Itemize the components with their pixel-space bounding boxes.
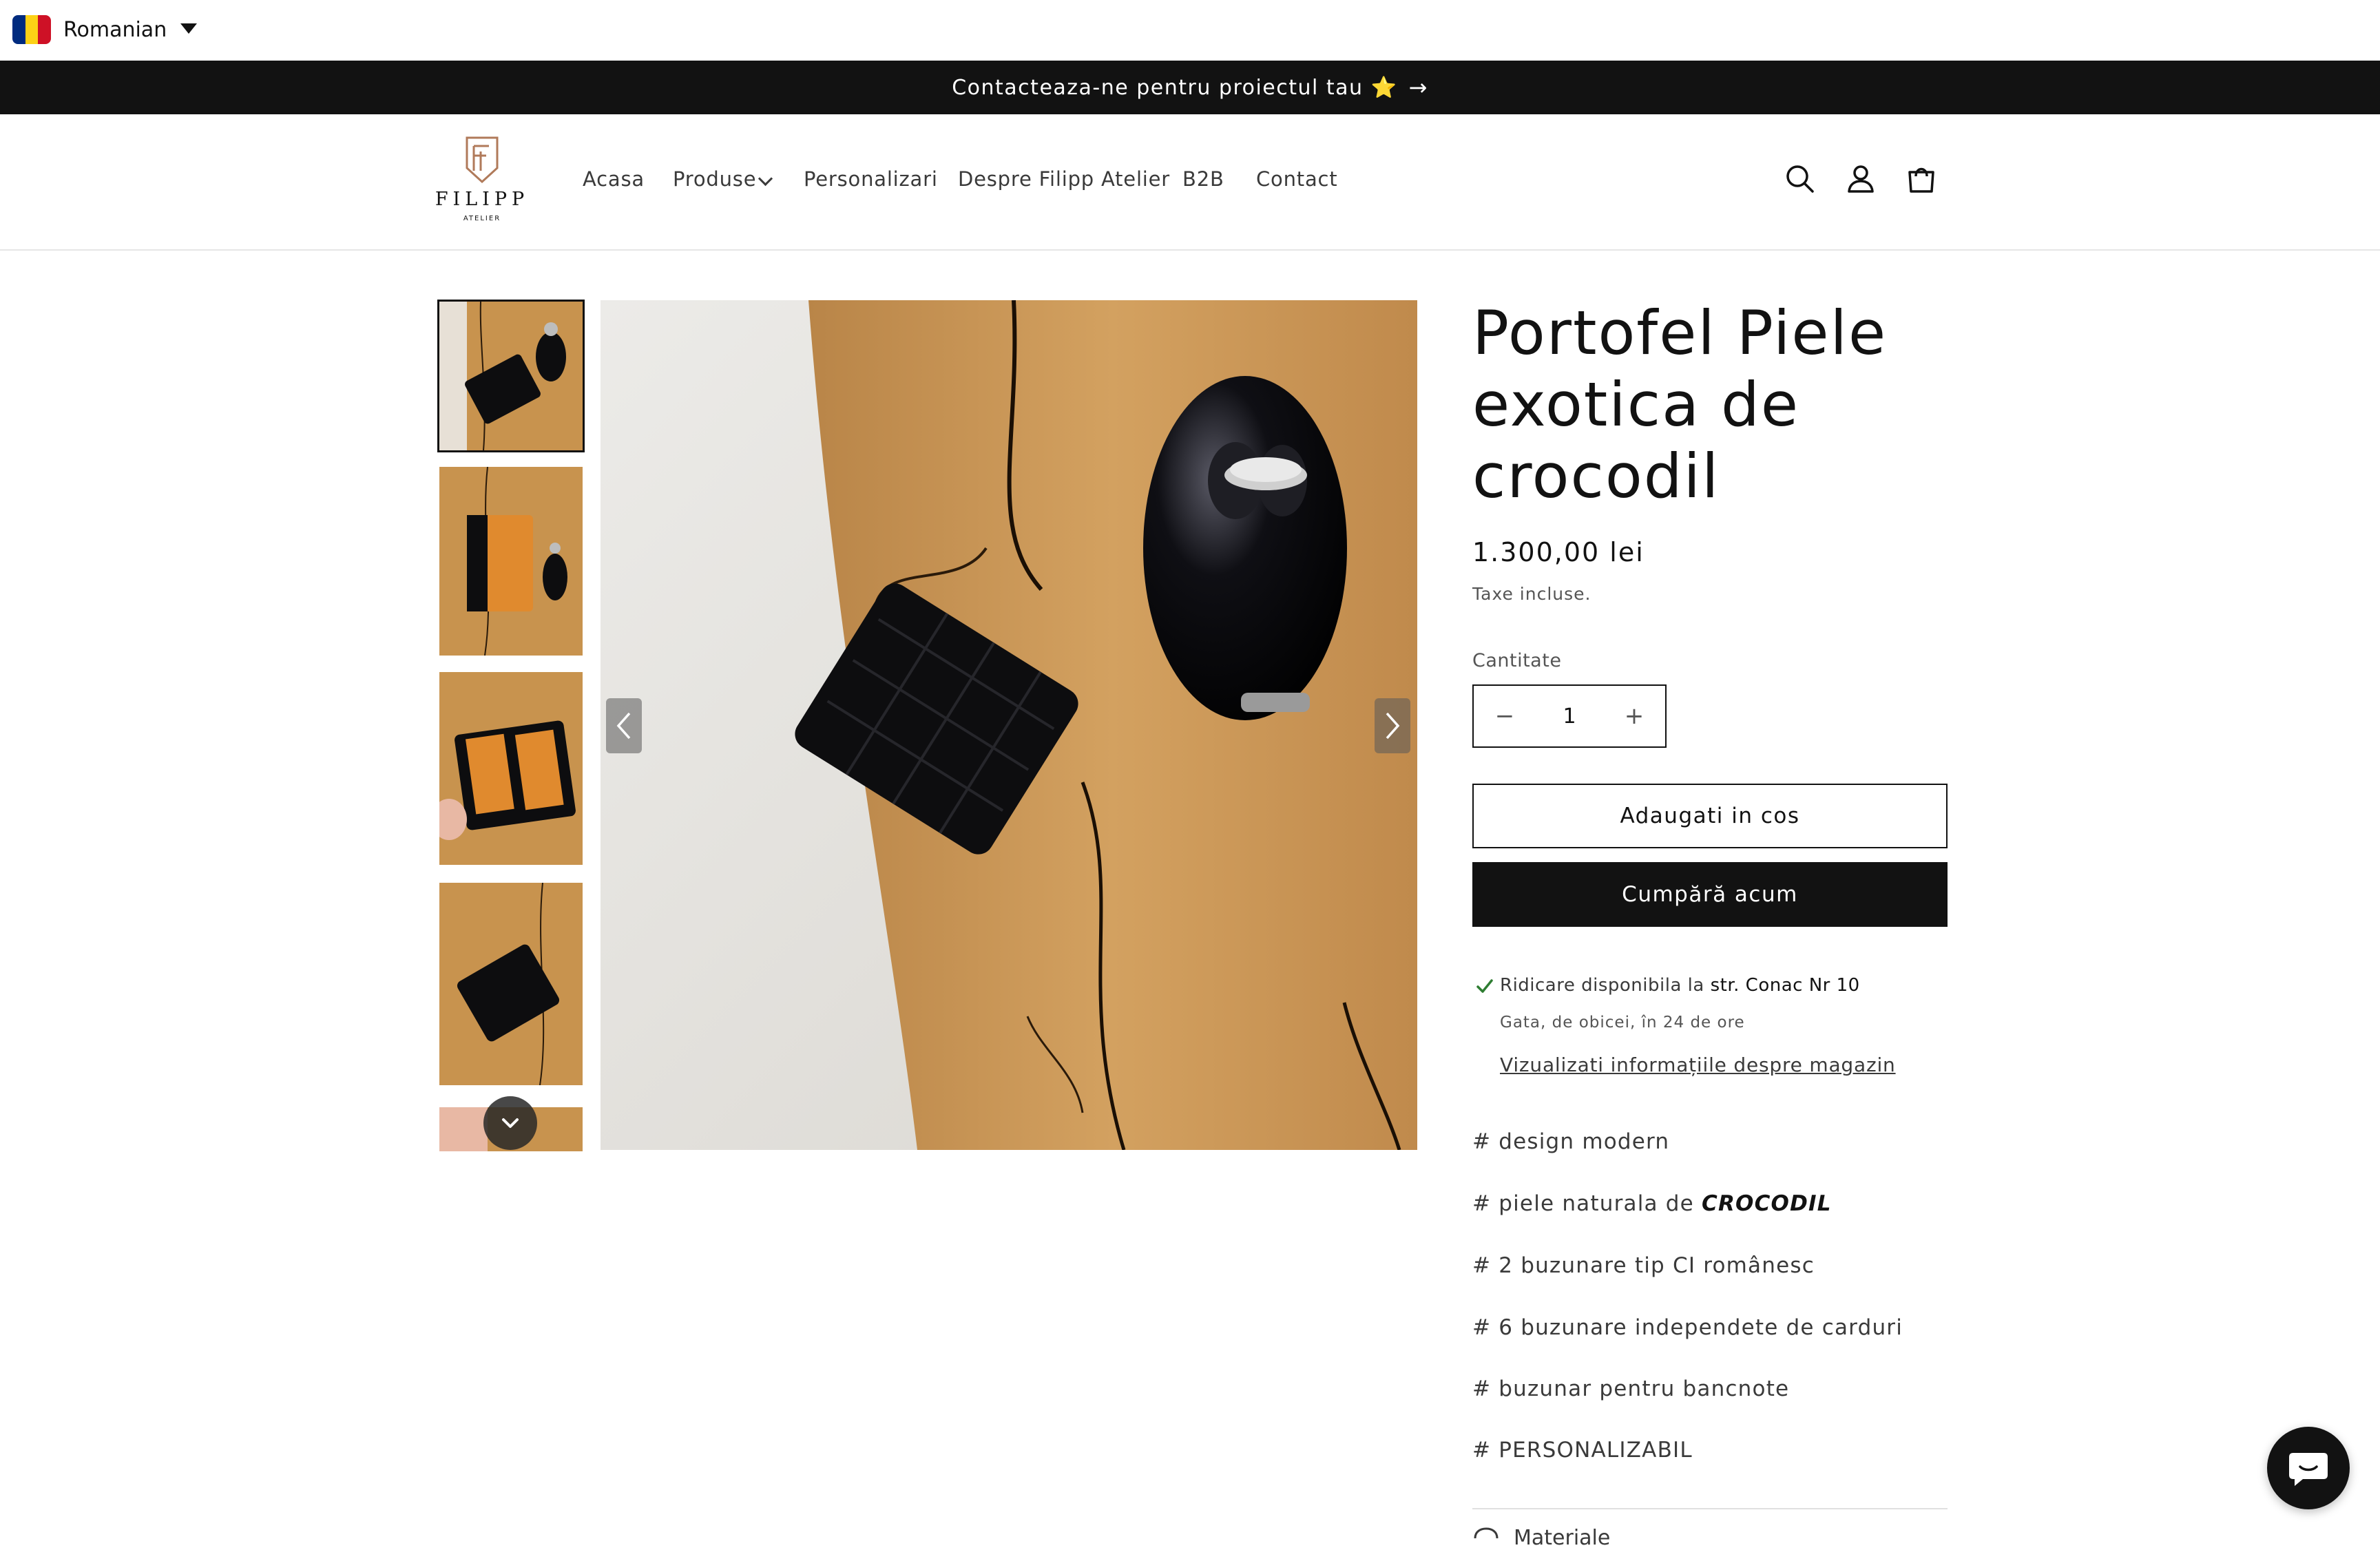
quantity-increase-button[interactable]: + [1603, 686, 1665, 746]
feature-text: # piele naturala de [1472, 1191, 1694, 1216]
thumbnail-2[interactable] [439, 467, 583, 656]
store-info-link[interactable]: Vizualizati informațiile despre magazin [1500, 1054, 1896, 1076]
thumbnail-1[interactable] [437, 300, 585, 452]
add-to-cart-button[interactable]: Adaugati in cos [1472, 784, 1948, 848]
chevron-down-icon [502, 1118, 519, 1128]
chat-button[interactable] [2267, 1427, 2350, 1509]
product-price: 1.300,00 lei [1472, 537, 1645, 567]
feature-item: # design modern [1472, 1129, 1670, 1154]
feature-emphasis: CROCODIL [1702, 1191, 1832, 1216]
chevron-left-icon [616, 712, 631, 740]
chat-bubble-icon [2289, 1453, 2328, 1486]
quantity-decrease-button[interactable]: − [1474, 686, 1536, 746]
announcement-text[interactable]: Contacteaza-ne pentru proiectul tau ⭐ [952, 76, 1397, 100]
language-bar [0, 0, 2380, 61]
nav-b2b[interactable]: B2B [1182, 165, 1224, 193]
check-icon [1475, 976, 1494, 998]
main-product-image[interactable] [601, 300, 1417, 1150]
quantity-input[interactable]: 1 [1563, 704, 1576, 729]
thumbnail-3[interactable] [439, 672, 583, 865]
brand-logo[interactable]: FILIPP ATELIER [431, 135, 533, 226]
gallery-prev-button[interactable] [606, 698, 642, 753]
language-selector[interactable]: Romanian [63, 17, 167, 44]
feature-item: # PERSONALIZABIL [1472, 1438, 1693, 1463]
nav-personalizari[interactable]: Personalizari [804, 165, 938, 193]
gallery-next-button[interactable] [1375, 698, 1410, 753]
cart-icon[interactable] [1903, 161, 1939, 197]
nav-despre[interactable]: Despre Filipp Atelier [958, 165, 1170, 193]
quantity-stepper: − 1 + [1472, 684, 1667, 748]
thumbnails-scroll-down-button[interactable] [483, 1096, 537, 1150]
account-icon[interactable] [1843, 161, 1879, 197]
announcement-bar[interactable]: Contacteaza-ne pentru proiectul tau ⭐ → [0, 61, 2380, 114]
pickup-availability: Ridicare disponibila la str. Conac Nr 10 [1500, 975, 1860, 996]
feature-item: # buzunar pentru bancnote [1472, 1376, 1790, 1401]
materials-icon [1472, 1527, 1500, 1541]
nav-contact[interactable]: Contact [1256, 165, 1337, 193]
pickup-text: Ridicare disponibila la [1500, 975, 1704, 996]
brand-sub: ATELIER [463, 215, 501, 222]
pickup-location: str. Conac Nr 10 [1710, 975, 1860, 996]
feature-item: # piele naturala de CROCODIL [1472, 1191, 1832, 1216]
arrow-right-icon: → [1408, 74, 1428, 101]
divider [1472, 1508, 1948, 1509]
romania-flag-icon[interactable] [12, 15, 51, 44]
brand-name: FILIPP [435, 189, 529, 210]
tax-note: Taxe incluse. [1472, 584, 1591, 604]
thumbnail-4[interactable] [439, 883, 583, 1085]
feature-item: # 6 buzunare independete de carduri [1472, 1315, 1903, 1340]
caret-down-icon[interactable] [180, 23, 197, 34]
nav-produse[interactable]: Produse [673, 165, 756, 193]
feature-item: # 2 buzunare tip CI românesc [1472, 1253, 1815, 1278]
nav-acasa[interactable]: Acasa [583, 165, 645, 193]
quantity-label: Cantitate [1472, 650, 1562, 671]
chevron-right-icon [1386, 712, 1400, 740]
product-title: Portofel Piele exotica de crocodil [1472, 297, 1888, 512]
buy-now-button[interactable]: Cumpără acum [1472, 862, 1948, 927]
pickup-time: Gata, de obicei, în 24 de ore [1500, 1014, 1745, 1031]
search-icon[interactable] [1782, 161, 1818, 197]
